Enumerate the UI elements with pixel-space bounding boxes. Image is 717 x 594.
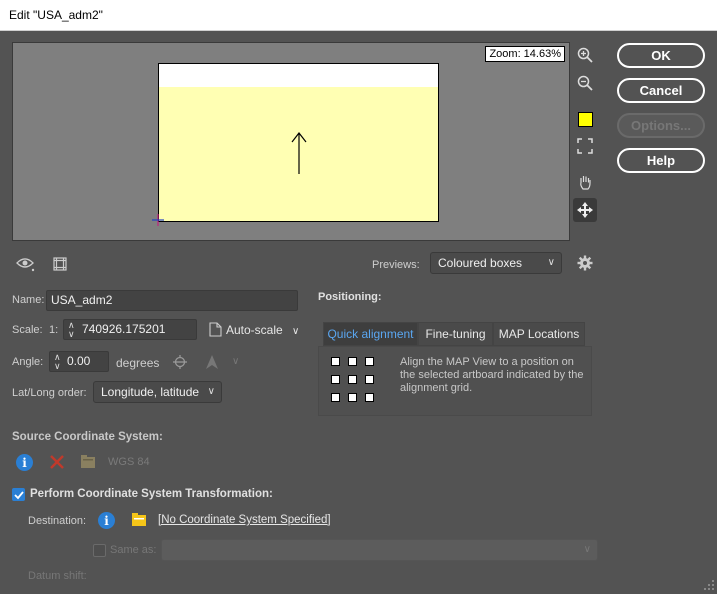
tab-fine-tuning[interactable]: Fine-tuning — [418, 322, 493, 346]
chevron-down-icon: ∨ — [583, 544, 591, 555]
latlong-label: Lat/Long order: — [12, 387, 87, 399]
angle-input[interactable]: ∧ ∨ 0.00 — [49, 351, 109, 372]
fit-to-view-icon[interactable] — [574, 135, 596, 157]
color-swatch[interactable] — [578, 112, 593, 127]
stepper-icon[interactable]: ∧ ∨ — [68, 321, 75, 339]
align-bottom-right[interactable] — [365, 393, 374, 402]
angle-label: Angle: — [12, 356, 44, 368]
help-button[interactable]: Help — [617, 148, 705, 173]
same-as-checkbox[interactable] — [93, 544, 106, 557]
align-top-center[interactable] — [348, 357, 357, 366]
scale-prefix: 1: — [49, 324, 59, 336]
align-top-left[interactable] — [331, 357, 340, 366]
zoom-in-icon[interactable] — [574, 44, 596, 66]
name-label: Name: — [12, 294, 45, 306]
align-top-right[interactable] — [365, 357, 374, 366]
auto-scale-label: Auto-scale — [226, 323, 283, 337]
alignment-description: Align the MAP View to a position on the … — [400, 356, 584, 394]
latlong-select[interactable]: Longitude, latitude ∨ — [93, 381, 222, 403]
folder-icon[interactable] — [80, 454, 96, 472]
previews-value: Coloured boxes — [438, 256, 523, 270]
ok-button[interactable]: OK — [617, 43, 705, 68]
transform-label: Perform Coordinate System Transformation… — [30, 488, 273, 500]
checkmark-icon — [13, 490, 24, 499]
transform-checkbox[interactable] — [12, 488, 25, 501]
align-bottom-left[interactable] — [331, 393, 340, 402]
scale-label: Scale: — [12, 324, 43, 336]
settings-gear-icon[interactable] — [577, 255, 593, 274]
cancel-button[interactable]: Cancel — [617, 78, 705, 103]
same-as-select[interactable]: ∨ — [161, 539, 598, 561]
destination-info-icon[interactable]: i — [98, 512, 115, 529]
window-title: Edit "USA_adm2" — [0, 0, 717, 31]
align-bottom-center[interactable] — [348, 393, 357, 402]
visibility-icon[interactable] — [16, 256, 36, 275]
destination-label: Destination: — [28, 515, 87, 527]
origin-marker-icon — [152, 214, 164, 226]
artboard-header — [159, 64, 438, 87]
source-cs-heading: Source Coordinate System: — [12, 431, 163, 443]
remove-icon[interactable] — [49, 454, 65, 473]
previews-select[interactable]: Coloured boxes ∨ — [430, 252, 562, 274]
auto-scale-dropdown[interactable]: Auto-scale ∨ — [226, 323, 299, 337]
hand-tool-icon[interactable] — [574, 171, 596, 193]
angle-value: 0.00 — [67, 354, 91, 368]
source-cs-value: WGS 84 — [108, 456, 150, 468]
chevron-down-icon: ∨ — [292, 326, 300, 337]
rotate-icon[interactable] — [172, 354, 188, 373]
auto-scale-icon — [209, 322, 222, 340]
north-pointer-icon[interactable] — [204, 354, 220, 373]
positioning-heading: Positioning: — [318, 291, 382, 303]
alignment-grid[interactable] — [331, 357, 381, 407]
resize-grip-icon[interactable] — [703, 579, 715, 594]
scale-input[interactable]: ∧ ∨ 740926.175201 — [63, 319, 197, 340]
options-button[interactable]: Options... — [617, 113, 705, 138]
zoom-readout: Zoom: 14.63% — [485, 46, 565, 62]
alignment-panel: Align the MAP View to a position on the … — [318, 346, 592, 416]
artboard[interactable] — [158, 63, 439, 222]
same-as-label: Same as: — [110, 544, 157, 556]
angle-unit: degrees — [116, 356, 160, 370]
align-middle-left[interactable] — [331, 375, 340, 384]
destination-folder-icon[interactable] — [131, 512, 147, 530]
stepper-icon[interactable]: ∧ ∨ — [54, 353, 61, 371]
previews-label: Previews: — [372, 259, 420, 271]
chevron-down-icon: ∨ — [547, 257, 555, 268]
align-center[interactable] — [348, 375, 357, 384]
move-tool-icon[interactable] — [573, 198, 597, 222]
tab-quick-alignment[interactable]: Quick alignment — [323, 322, 418, 346]
align-middle-right[interactable] — [365, 375, 374, 384]
tab-map-locations[interactable]: MAP Locations — [493, 322, 585, 346]
map-preview[interactable]: Zoom: 14.63% — [12, 42, 570, 241]
chevron-down-icon[interactable]: ∨ — [232, 356, 239, 367]
scale-value: 740926.175201 — [82, 322, 166, 336]
zoom-out-icon[interactable] — [574, 72, 596, 94]
artboard-frame-icon[interactable] — [52, 256, 68, 275]
destination-link[interactable]: [No Coordinate System Specified] — [158, 514, 331, 526]
name-input[interactable]: USA_adm2 — [46, 290, 298, 311]
north-arrow-icon — [291, 132, 307, 174]
datum-shift-label: Datum shift: — [28, 570, 87, 582]
source-info-icon[interactable]: i — [16, 454, 33, 471]
chevron-down-icon: ∨ — [207, 386, 215, 397]
latlong-value: Longitude, latitude — [101, 385, 200, 399]
